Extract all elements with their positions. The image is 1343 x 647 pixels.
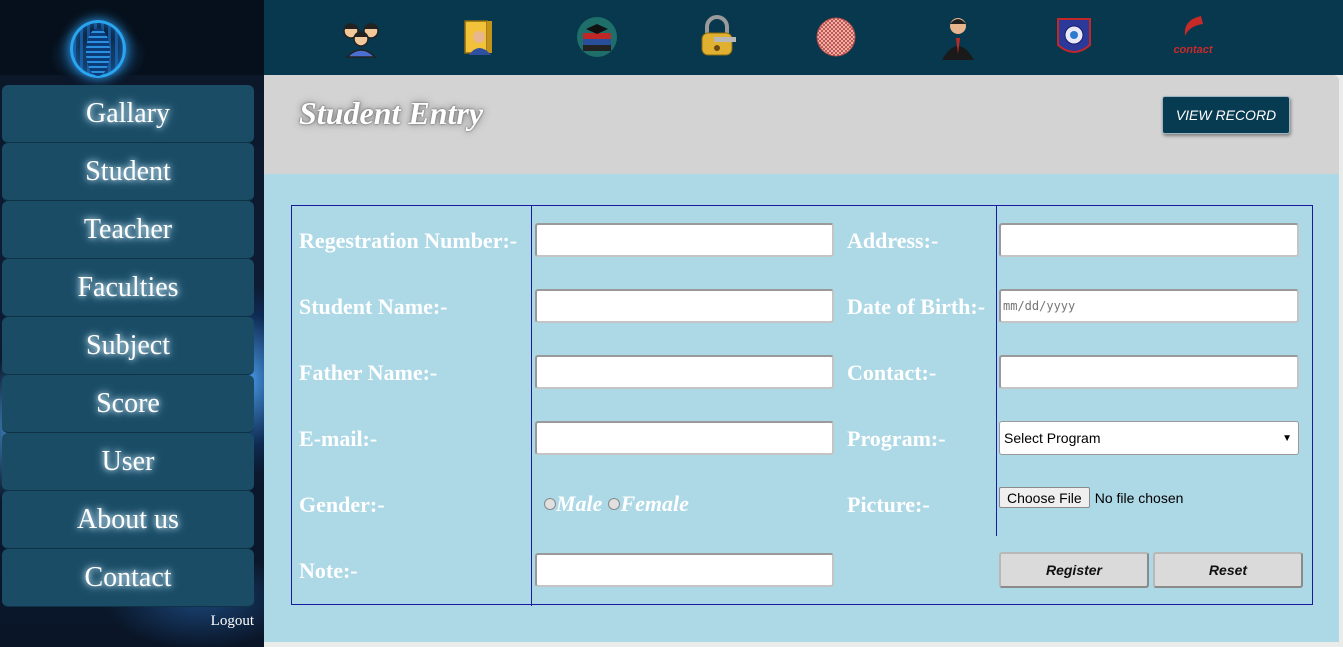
picture-label: Picture:- [847,492,930,517]
globe-logo-core [86,28,110,76]
column-divider-left [531,206,532,606]
gender-radio-group: Male Female [544,491,689,517]
email-label: E-mail:- [299,426,378,451]
ball-icon[interactable] [813,14,859,60]
gender-label: Gender:- [299,492,385,517]
heading-panel: Student Entry VIEW RECORD [264,75,1339,174]
program-select[interactable]: Select Program ▼ [999,421,1299,455]
person-suit-icon[interactable] [935,14,981,60]
sidebar-item-subject[interactable]: Subject [2,317,254,375]
date-of-birth-label: Date of Birth:- [847,294,986,319]
picture-file-input: Choose File No file chosen [999,487,1183,508]
contact-logo-text: contact [1173,44,1213,56]
page-title: Student Entry [299,95,484,131]
sidebar-item-faculties[interactable]: Faculties [2,259,254,317]
file-status-text: No file chosen [1094,489,1184,506]
email-input[interactable] [535,421,834,455]
teacher-book-icon[interactable] [456,14,502,60]
sidebar: Gallary Student Teacher Faculties Subjec… [0,0,264,647]
logout-link[interactable]: Logout [211,613,254,630]
logo-area [0,0,264,78]
program-label: Program:- [847,426,946,451]
register-button[interactable]: Register [999,552,1149,588]
books-globe-icon[interactable] [574,14,620,60]
sidebar-item-score[interactable]: Score [2,375,254,433]
sidebar-item-student[interactable]: Student [2,143,254,201]
note-input[interactable] [535,553,834,587]
registration-number-label: Regestration Number:- [299,228,518,253]
father-name-label: Father Name:- [299,360,438,385]
sidebar-item-teacher[interactable]: Teacher [2,201,254,259]
father-name-input[interactable] [535,355,834,389]
female-radio[interactable] [608,498,621,510]
student-name-label: Student Name:- [299,294,448,319]
address-label: Address:- [847,228,939,253]
student-entry-form: Regestration Number:- Student Name:- Fat… [291,205,1313,606]
reset-button[interactable]: Reset [1153,552,1303,588]
dropdown-arrow-icon: ▼ [1282,432,1292,444]
contact-label: Contact:- [847,360,937,385]
female-radio-label[interactable]: Female [620,491,688,517]
shield-badge-icon[interactable] [1051,14,1097,60]
choose-file-button[interactable]: Choose File [999,487,1090,508]
note-label: Note:- [299,558,358,583]
sidebar-item-contact[interactable]: Contact [2,549,254,607]
form-panel: Regestration Number:- Student Name:- Fat… [264,174,1339,642]
date-of-birth-input[interactable] [999,289,1299,323]
view-record-button[interactable]: VIEW RECORD [1162,96,1290,134]
sidebar-item-user[interactable]: User [2,433,254,491]
lock-key-icon[interactable] [694,14,740,60]
sidebar-menu: Gallary Student Teacher Faculties Subjec… [2,85,254,607]
top-icon-bar: contact [264,0,1343,75]
contact-logo-icon[interactable]: contact [1170,14,1216,60]
contact-input[interactable] [999,355,1299,389]
sidebar-item-gallary[interactable]: Gallary [2,85,254,143]
registration-number-input[interactable] [535,223,834,257]
student-name-input[interactable] [535,289,834,323]
male-radio-label[interactable]: Male [556,491,602,517]
address-input[interactable] [999,223,1299,257]
male-radio[interactable] [544,498,556,510]
column-divider-right [996,206,997,536]
sidebar-item-about-us[interactable]: About us [2,491,254,549]
program-select-value: Select Program [1004,430,1101,446]
students-group-icon[interactable] [338,14,384,60]
